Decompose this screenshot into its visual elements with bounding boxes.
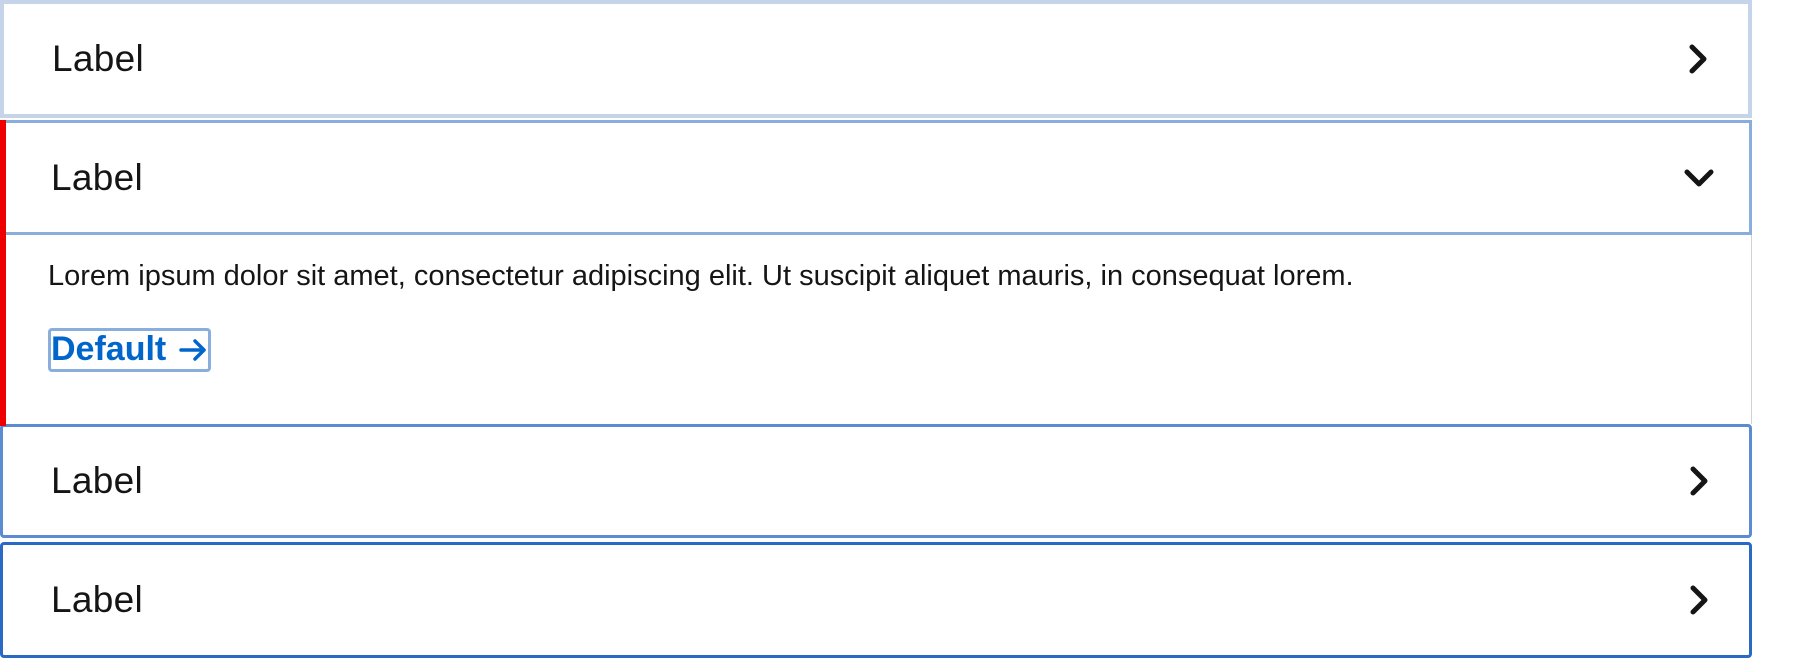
accordion-content: Lorem ipsum dolor sit amet, consectetur …: [0, 235, 1752, 424]
arrow-right-icon: [178, 335, 208, 365]
accordion-toggle-label: Label: [51, 579, 144, 620]
accordion-toggle-4[interactable]: Label: [0, 542, 1752, 658]
accordion-toggle-2[interactable]: Label: [0, 120, 1752, 235]
chevron-right-icon: [1681, 582, 1717, 618]
expanded-accent-bar: [0, 120, 6, 426]
accordion: Label Label Lorem ipsum dolor sit amet, …: [0, 0, 1752, 658]
link-button-label: Default: [51, 330, 167, 369]
chevron-right-icon: [1681, 463, 1717, 499]
accordion-content-text: Lorem ipsum dolor sit amet, consectetur …: [48, 260, 1354, 292]
accordion-toggle-3[interactable]: Label: [0, 424, 1752, 538]
default-link-button[interactable]: Default: [48, 327, 212, 372]
accordion-toggle-1[interactable]: Label: [0, 0, 1752, 118]
chevron-right-icon: [1680, 41, 1716, 77]
accordion-item-2: Label Lorem ipsum dolor sit amet, consec…: [0, 120, 1752, 426]
accordion-item-1: Label: [0, 0, 1752, 118]
accordion-toggle-label: Label: [51, 156, 144, 198]
accordion-item-3: Label: [0, 424, 1752, 538]
accordion-item-4: Label: [0, 542, 1752, 658]
accordion-toggle-label: Label: [51, 460, 144, 501]
chevron-down-icon: [1681, 160, 1717, 196]
accordion-toggle-label: Label: [52, 38, 145, 79]
